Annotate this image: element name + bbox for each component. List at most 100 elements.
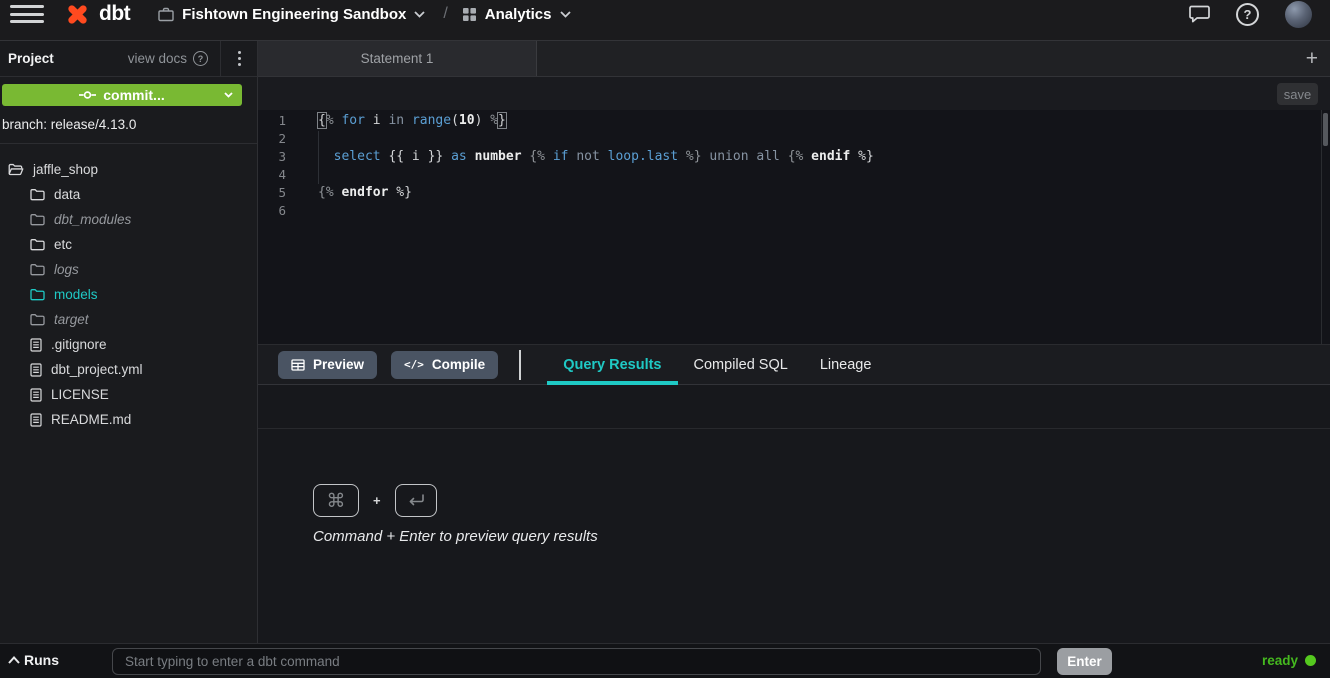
tree-item-label: README.md bbox=[51, 412, 131, 427]
editor-toolbar: save bbox=[258, 77, 1330, 110]
line-number: 3 bbox=[258, 148, 300, 166]
tree-item-label: models bbox=[54, 287, 98, 302]
folder-open-icon bbox=[8, 163, 24, 176]
code-line[interactable]: 2 bbox=[258, 130, 1330, 148]
ready-label: ready bbox=[1262, 653, 1298, 668]
line-number: 2 bbox=[258, 130, 300, 148]
code-line[interactable]: 6 bbox=[258, 202, 1330, 220]
line-number: 1 bbox=[258, 112, 300, 130]
path-separator: / bbox=[443, 5, 447, 23]
line-number: 5 bbox=[258, 184, 300, 202]
branch-label: branch: release/4.13.0 bbox=[2, 117, 255, 132]
tree-item-dbt-project-yml[interactable]: dbt_project.yml bbox=[0, 357, 257, 382]
code-editor[interactable]: 1 {% for i in range(10) %} 23 select {{ i … bbox=[258, 110, 1330, 344]
tree-item-jaffle-shop[interactable]: jaffle_shop bbox=[0, 157, 257, 182]
chevron-down-icon bbox=[224, 92, 233, 98]
menu-icon[interactable] bbox=[10, 1, 44, 28]
tree-item-dbt-modules[interactable]: dbt_modules bbox=[0, 207, 257, 232]
results-toolbar: Preview </> Compile Query Results Compil… bbox=[258, 344, 1330, 385]
tree-item-license[interactable]: LICENSE bbox=[0, 382, 257, 407]
editor-scrollbar[interactable] bbox=[1321, 110, 1330, 344]
top-bar: dbt Fishtown Engineering Sandbox / Analy… bbox=[0, 0, 1330, 41]
briefcase-icon bbox=[158, 7, 174, 22]
tab-statement-1[interactable]: Statement 1 bbox=[258, 41, 537, 76]
help-circle-icon: ? bbox=[193, 51, 208, 66]
enter-button[interactable]: Enter bbox=[1057, 648, 1112, 675]
commit-button[interactable]: commit... bbox=[2, 84, 242, 106]
tree-item-logs[interactable]: logs bbox=[0, 257, 257, 282]
folder-icon bbox=[30, 263, 45, 276]
folder-icon bbox=[30, 213, 45, 226]
environment-selector[interactable]: Analytics bbox=[462, 6, 571, 23]
dbt-logo: dbt bbox=[64, 1, 130, 28]
code-icon: </> bbox=[404, 358, 424, 371]
command-input[interactable] bbox=[112, 648, 1041, 675]
commit-button-label: commit... bbox=[103, 87, 164, 103]
command-key-icon: ⌘ bbox=[313, 484, 359, 517]
runs-toggle[interactable]: Runs bbox=[8, 652, 59, 668]
results-content: ⌘ + Command + Enter to preview query res… bbox=[258, 429, 1330, 643]
code-text: {% for i in range(10) %} bbox=[318, 112, 506, 130]
dbt-logo-icon bbox=[64, 1, 91, 28]
folder-icon bbox=[30, 238, 45, 251]
tab-lineage[interactable]: Lineage bbox=[804, 345, 888, 384]
ready-status-dot bbox=[1305, 655, 1316, 666]
chevron-down-icon bbox=[414, 11, 425, 18]
tree-item-label: jaffle_shop bbox=[33, 162, 98, 177]
tree-item-label: etc bbox=[54, 237, 72, 252]
results-tabs: Query Results Compiled SQL Lineage bbox=[547, 345, 887, 384]
scrollbar-thumb[interactable] bbox=[1323, 113, 1328, 146]
plus-sign: + bbox=[373, 493, 381, 508]
view-docs-link[interactable]: view docs ? bbox=[128, 51, 208, 66]
code-line[interactable]: 5 {% endfor %} bbox=[258, 184, 1330, 202]
status-bar: Runs Enter ready bbox=[0, 643, 1330, 678]
return-arrow-icon bbox=[407, 494, 425, 507]
environment-selector-label: Analytics bbox=[485, 6, 552, 23]
avatar[interactable] bbox=[1285, 1, 1312, 28]
folder-icon bbox=[30, 188, 45, 201]
results-header-strip bbox=[258, 385, 1330, 429]
tree-item-label: logs bbox=[54, 262, 79, 277]
preview-button[interactable]: Preview bbox=[278, 351, 377, 379]
tree-item-target[interactable]: target bbox=[0, 307, 257, 332]
code-lines: 1 {% for i in range(10) %} 23 select {{ i … bbox=[258, 112, 1330, 220]
tree-item--gitignore[interactable]: .gitignore bbox=[0, 332, 257, 357]
code-line[interactable]: 4 bbox=[258, 166, 1330, 184]
shortcut-hint-caption: Command + Enter to preview query results bbox=[313, 528, 598, 545]
folder-icon bbox=[30, 313, 45, 326]
indent-guide bbox=[318, 131, 319, 184]
chat-icon[interactable] bbox=[1189, 5, 1210, 23]
project-selector-label: Fishtown Engineering Sandbox bbox=[182, 6, 406, 23]
kebab-menu-icon[interactable] bbox=[221, 51, 257, 66]
tree-item-label: data bbox=[54, 187, 80, 202]
status-ready: ready bbox=[1262, 653, 1316, 668]
code-line[interactable]: 3 select {{ i }} as number {% if not loo… bbox=[258, 148, 1330, 166]
shortcut-hint-keys: ⌘ + bbox=[313, 484, 437, 517]
help-icon[interactable]: ? bbox=[1236, 3, 1259, 26]
compile-button[interactable]: </> Compile bbox=[391, 351, 498, 379]
tab-query-results[interactable]: Query Results bbox=[547, 345, 677, 384]
preview-button-label: Preview bbox=[313, 357, 364, 372]
tree-item-label: .gitignore bbox=[51, 337, 107, 352]
compile-button-label: Compile bbox=[432, 357, 485, 372]
project-selector[interactable]: Fishtown Engineering Sandbox bbox=[158, 6, 425, 23]
tree-item-label: LICENSE bbox=[51, 387, 109, 402]
tree-item-data[interactable]: data bbox=[0, 182, 257, 207]
file-icon bbox=[30, 363, 42, 377]
code-text: {% endfor %} bbox=[318, 184, 412, 202]
grid-icon bbox=[462, 7, 477, 22]
table-icon bbox=[291, 359, 305, 371]
file-tree: jaffle_shopdata dbt_modulesetc logs models t… bbox=[0, 144, 257, 432]
chevron-up-icon bbox=[8, 656, 20, 664]
toolbar-divider bbox=[519, 350, 521, 380]
tab-label: Statement 1 bbox=[361, 51, 434, 66]
save-button[interactable]: save bbox=[1277, 83, 1318, 105]
tab-compiled-sql[interactable]: Compiled SQL bbox=[678, 345, 804, 384]
code-text: select {{ i }} as number {% if not loop.… bbox=[318, 148, 874, 166]
new-tab-button[interactable]: + bbox=[1306, 48, 1318, 69]
tree-item-readme-md[interactable]: README.md bbox=[0, 407, 257, 432]
code-line[interactable]: 1 {% for i in range(10) %} bbox=[258, 112, 1330, 130]
chevron-down-icon bbox=[560, 11, 571, 18]
tree-item-etc[interactable]: etc bbox=[0, 232, 257, 257]
tree-item-models[interactable]: models bbox=[0, 282, 257, 307]
